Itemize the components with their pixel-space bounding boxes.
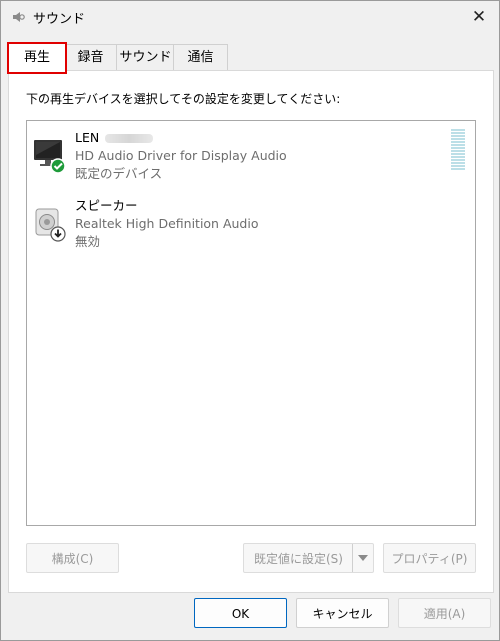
instruction-text: 下の再生デバイスを選択してその設定を変更してください: — [26, 92, 341, 106]
default-check-icon — [50, 158, 66, 174]
speaker-icon — [35, 208, 66, 242]
tab-playback[interactable]: 再生 — [7, 42, 67, 74]
title-bar: サウンド ✕ — [1, 1, 499, 33]
cancel-button[interactable]: キャンセル — [296, 598, 389, 628]
device-driver: Realtek High Definition Audio — [75, 216, 259, 231]
tab-recording[interactable]: 録音 — [63, 44, 118, 70]
device-text: スピーカー Realtek High Definition Audio 無効 — [75, 197, 258, 251]
device-item-display-audio[interactable]: LEN HD Audio Driver for Display Audio 既定… — [27, 125, 437, 187]
device-name: スピーカー — [75, 198, 138, 213]
device-text: LEN HD Audio Driver for Display Audio 既定… — [75, 129, 287, 183]
device-list[interactable]: LEN HD Audio Driver for Display Audio 既定… — [26, 120, 476, 526]
playback-panel: 下の再生デバイスを選択してその設定を変更してください: LEN HD Audio… — [8, 70, 494, 593]
sound-dialog: サウンド ✕ 再生 録音 サウンド 通信 下の再生デバイスを選択してその設定を変… — [0, 0, 500, 641]
device-status: 無効 — [75, 234, 101, 249]
device-item-speaker[interactable]: スピーカー Realtek High Definition Audio 無効 — [27, 193, 437, 255]
set-default-dropdown-arrow[interactable] — [352, 544, 373, 572]
set-default-label: 既定値に設定(S) — [254, 552, 343, 566]
configure-button[interactable]: 構成(C) — [26, 543, 119, 573]
close-button[interactable]: ✕ — [467, 5, 491, 29]
device-name: LEN — [75, 130, 100, 145]
ok-button[interactable]: OK — [194, 598, 287, 628]
close-icon: ✕ — [471, 7, 487, 27]
disabled-arrow-icon — [50, 226, 66, 242]
device-driver: HD Audio Driver for Display Audio — [75, 148, 287, 163]
chevron-down-icon — [358, 555, 368, 561]
volume-level-meter — [451, 129, 465, 171]
set-default-button[interactable]: 既定値に設定(S) — [243, 543, 374, 573]
monitor-icon — [34, 140, 66, 174]
redacted-name-blur — [105, 134, 154, 143]
device-status: 既定のデバイス — [75, 166, 163, 181]
window-title: サウンド — [33, 12, 86, 27]
tab-communications[interactable]: 通信 — [173, 44, 228, 70]
properties-button[interactable]: プロパティ(P) — [383, 543, 476, 573]
tab-sounds[interactable]: サウンド — [116, 44, 175, 70]
speaker-app-icon — [13, 12, 25, 22]
apply-button[interactable]: 適用(A) — [398, 598, 491, 628]
